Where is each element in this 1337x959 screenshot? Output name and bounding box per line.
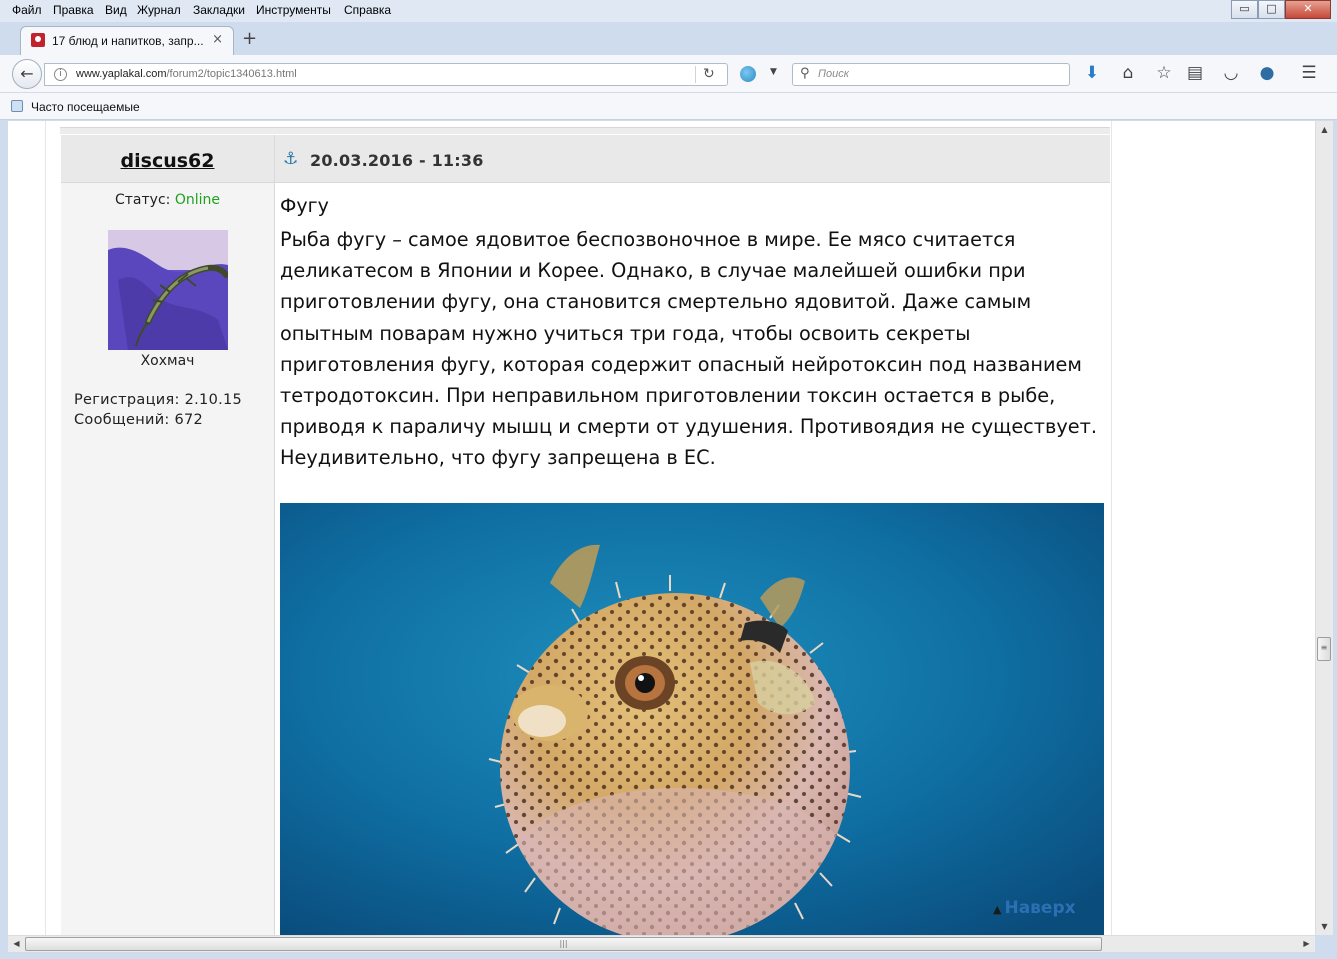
author-status: Статус: Online	[61, 192, 274, 208]
tab-title: 17 блюд и напитков, запр...	[52, 34, 204, 48]
site-info-icon[interactable]: i	[54, 68, 67, 81]
minimize-button[interactable]: ▭	[1231, 0, 1258, 19]
horizontal-scroll-thumb[interactable]: |||	[25, 937, 1102, 951]
close-window-button[interactable]: ✕	[1285, 0, 1331, 19]
bookmarks-bar: Часто посещаемые	[0, 93, 1337, 120]
up-arrow-icon: ▲	[993, 903, 1002, 916]
new-tab-button[interactable]: +	[242, 28, 257, 49]
maximize-button[interactable]: □	[1258, 0, 1285, 19]
url-path: /forum2/topic1340613.html	[166, 68, 297, 80]
tab-active[interactable]: 17 блюд и напитков, запр... ×	[20, 26, 234, 55]
search-icon: ⚲	[800, 66, 810, 81]
vertical-scroll-thumb[interactable]: ≡	[1317, 637, 1331, 661]
page-viewport: discus62 ⚓ 20.03.2016 - 11:36 Статус: On…	[8, 121, 1315, 935]
menu-view[interactable]: Вид	[105, 3, 127, 17]
post-body: Рыба фугу – самое ядовитое беспозвоночно…	[280, 228, 1098, 470]
url-text[interactable]: www.yaplakal.com/forum2/topic1340613.htm…	[76, 68, 297, 80]
back-to-top-link[interactable]: ▲ Наверх	[993, 898, 1076, 918]
window-edge-bottom	[0, 952, 1337, 959]
scroll-up-arrow-icon[interactable]: ▲	[1316, 121, 1333, 138]
search-placeholder: Поиск	[818, 68, 849, 80]
menu-file[interactable]: Файл	[12, 3, 42, 17]
scroll-down-arrow-icon[interactable]: ▼	[1316, 918, 1333, 935]
status-label: Статус:	[115, 192, 171, 208]
menu-edit[interactable]: Правка	[53, 3, 94, 17]
author-registration: Регистрация: 2.10.15	[74, 392, 243, 408]
anchor-icon[interactable]: ⚓	[283, 149, 298, 169]
navigation-bar: i www.yaplakal.com/forum2/topic1340613.h…	[0, 55, 1337, 93]
menu-tools[interactable]: Инструменты	[256, 3, 331, 17]
author-message-count: Сообщений: 672	[74, 412, 204, 428]
search-engine-icon[interactable]	[740, 66, 756, 82]
globe-icon[interactable]: ●	[1256, 63, 1278, 83]
post-image-pufferfish[interactable]	[280, 503, 1104, 935]
pufferfish-photo	[280, 503, 1104, 935]
avatar[interactable]	[108, 230, 228, 350]
menu-bookmarks[interactable]: Закладки	[193, 3, 245, 17]
horizontal-scrollbar[interactable]: ◀ ||| ▶	[8, 935, 1315, 952]
author-rank: Хохмач	[140, 353, 195, 369]
url-divider	[695, 66, 696, 83]
window-edge-right	[1333, 121, 1337, 952]
window-edge-left	[0, 121, 8, 952]
window-controls: ▭ □ ✕	[1231, 0, 1331, 20]
scroll-left-arrow-icon[interactable]: ◀	[8, 936, 25, 952]
avatar-lizard-image	[108, 230, 228, 350]
url-bar[interactable]: i www.yaplakal.com/forum2/topic1340613.h…	[44, 63, 728, 86]
home-icon[interactable]: ⌂	[1117, 63, 1139, 83]
tab-strip: 17 блюд и напитков, запр... × +	[0, 22, 1337, 55]
tab-close-icon[interactable]: ×	[212, 32, 223, 47]
status-online-value: Online	[174, 192, 220, 208]
search-engine-dropdown-icon[interactable]: ▼	[770, 67, 777, 77]
reading-list-icon[interactable]: ▤	[1184, 63, 1206, 83]
post-date: 20.03.2016 - 11:36	[310, 151, 484, 170]
reload-icon[interactable]: ↻	[703, 66, 715, 82]
search-bar[interactable]: ⚲ Поиск	[792, 63, 1070, 86]
back-button[interactable]: ←	[12, 59, 42, 89]
vertical-scrollbar[interactable]: ▲ ≡ ▼	[1315, 121, 1333, 935]
scroll-right-arrow-icon[interactable]: ▶	[1298, 936, 1315, 952]
post-separator	[60, 127, 1110, 134]
bookmark-folder-icon	[11, 100, 23, 112]
back-to-top-label: Наверх	[1004, 898, 1076, 918]
post-title: Фугу	[280, 195, 329, 217]
site-favicon-icon	[31, 33, 45, 47]
menu-history[interactable]: Журнал	[137, 3, 181, 17]
author-link[interactable]: discus62	[61, 150, 274, 172]
url-domain: www.yaplakal.com	[76, 68, 167, 80]
pocket-icon[interactable]: ◡	[1220, 63, 1242, 83]
download-icon[interactable]: ⬇	[1081, 63, 1103, 83]
column-divider	[274, 135, 275, 935]
bookmark-star-icon[interactable]: ☆	[1153, 63, 1175, 83]
menu-help[interactable]: Справка	[344, 3, 391, 17]
menu-bar: Файл Правка Вид Журнал Закладки Инструме…	[0, 0, 1337, 22]
menu-icon[interactable]: ☰	[1298, 63, 1320, 83]
bookmark-most-visited[interactable]: Часто посещаемые	[31, 100, 140, 114]
